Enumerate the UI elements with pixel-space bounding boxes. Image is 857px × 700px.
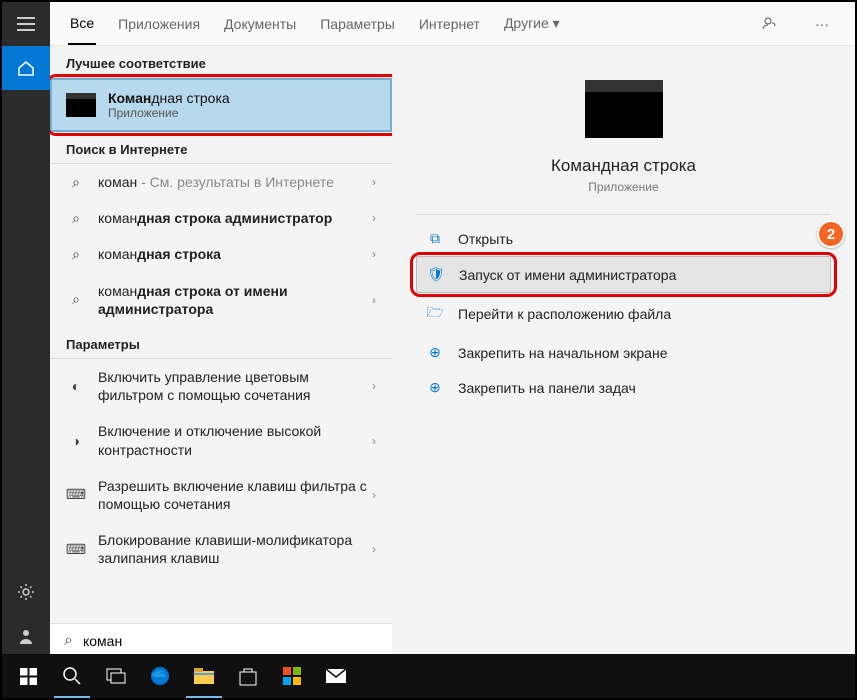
web-result[interactable]: ⌕коман - См. результаты в Интернете› <box>50 164 392 200</box>
web-result[interactable]: ⌕командная строка› <box>50 236 392 272</box>
admin-icon: 🛡 <box>425 266 447 283</box>
tab-docs[interactable]: Документы <box>222 4 298 44</box>
action-pin-taskbar[interactable]: ⊕Закрепить на панели задач <box>416 370 831 405</box>
tab-params[interactable]: Параметры <box>318 4 397 44</box>
web-result[interactable]: ⌕командная строка от имени администратор… <box>50 273 392 327</box>
tab-apps[interactable]: Приложения <box>116 4 202 44</box>
results-list: Лучшее соответствие Командная строка При… <box>50 46 392 658</box>
pin-icon: ⊕ <box>424 344 446 361</box>
search-icon: ⌕ <box>66 246 86 263</box>
best-match-item[interactable]: Командная строка Приложение <box>50 78 392 132</box>
chevron-right-icon: › <box>372 488 376 502</box>
tab-more[interactable]: Другие ▾ <box>502 3 562 44</box>
palette-icon: ◐ <box>66 378 86 394</box>
section-params: Параметры <box>50 327 392 359</box>
preview-pane: Командная строка Приложение ⧉Открыть 🛡За… <box>392 46 855 658</box>
store-button[interactable] <box>226 654 270 698</box>
settings-button[interactable] <box>2 570 50 614</box>
search-icon: ⌕ <box>66 210 86 227</box>
action-run-as-admin[interactable]: 🛡Запуск от имени администратора <box>416 256 831 293</box>
left-sidebar <box>2 2 50 658</box>
chevron-right-icon: › <box>372 211 376 225</box>
section-web: Поиск в Интернете <box>50 132 392 164</box>
chevron-right-icon: › <box>372 293 376 307</box>
preview-title: Командная строка <box>551 156 696 176</box>
hamburger-button[interactable] <box>2 2 50 46</box>
search-input[interactable] <box>83 633 378 649</box>
cmd-icon <box>66 93 96 117</box>
contrast-icon: ◑ <box>66 433 86 449</box>
more-button[interactable]: ··· <box>807 12 837 36</box>
edge-button[interactable] <box>138 654 182 698</box>
filter-tabs: Все Приложения Документы Параметры Интер… <box>50 2 855 46</box>
chevron-right-icon: › <box>372 247 376 261</box>
settings-result[interactable]: ◐Включить управление цветовым фильтром с… <box>50 359 392 413</box>
tab-internet[interactable]: Интернет <box>417 4 482 44</box>
taskbar <box>2 654 855 698</box>
search-icon: ⌕ <box>66 174 86 191</box>
msstore-button[interactable] <box>270 654 314 698</box>
preview-thumbnail <box>585 80 663 138</box>
start-button[interactable] <box>6 654 50 698</box>
badge-2: 2 <box>817 220 845 248</box>
taskview-button[interactable] <box>94 654 138 698</box>
keyboard-icon: ⌨ <box>66 541 86 558</box>
search-input-row: ⌕ <box>50 623 392 658</box>
action-open[interactable]: ⧉Открыть <box>416 221 831 256</box>
settings-result[interactable]: ⌨Разрешить включение клавиш фильтра с по… <box>50 468 392 522</box>
search-taskbar-button[interactable] <box>50 654 94 698</box>
chevron-right-icon: › <box>372 542 376 556</box>
chevron-right-icon: › <box>372 379 376 393</box>
open-icon: ⧉ <box>424 230 446 247</box>
search-panel: Все Приложения Документы Параметры Интер… <box>50 2 855 658</box>
chevron-right-icon: › <box>372 175 376 189</box>
preview-subtitle: Приложение <box>588 180 658 194</box>
settings-result[interactable]: ⌨Блокирование клавиши-молификатора залип… <box>50 522 392 576</box>
mail-button[interactable] <box>314 654 358 698</box>
feedback-button[interactable] <box>753 11 787 37</box>
explorer-button[interactable] <box>182 654 226 698</box>
profile-button[interactable] <box>2 614 50 658</box>
folder-icon: 🗁 <box>424 302 446 326</box>
best-match-subtitle: Приложение <box>108 106 230 120</box>
pin-icon: ⊕ <box>424 379 446 396</box>
settings-result[interactable]: ◑Включение и отключение высокой контраст… <box>50 413 392 467</box>
action-open-location[interactable]: 🗁Перейти к расположению файла <box>416 293 831 335</box>
chevron-down-icon: ▾ <box>553 15 560 31</box>
search-icon: ⌕ <box>64 632 73 650</box>
home-button[interactable] <box>2 46 50 90</box>
tab-all[interactable]: Все <box>68 3 96 45</box>
section-best-match: Лучшее соответствие <box>50 46 392 78</box>
keyboard-icon: ⌨ <box>66 486 86 503</box>
web-result[interactable]: ⌕командная строка администратор› <box>50 200 392 236</box>
chevron-right-icon: › <box>372 434 376 448</box>
search-icon: ⌕ <box>66 291 86 308</box>
best-match-title: Командная строка <box>108 90 230 106</box>
action-pin-start[interactable]: ⊕Закрепить на начальном экране <box>416 335 831 370</box>
